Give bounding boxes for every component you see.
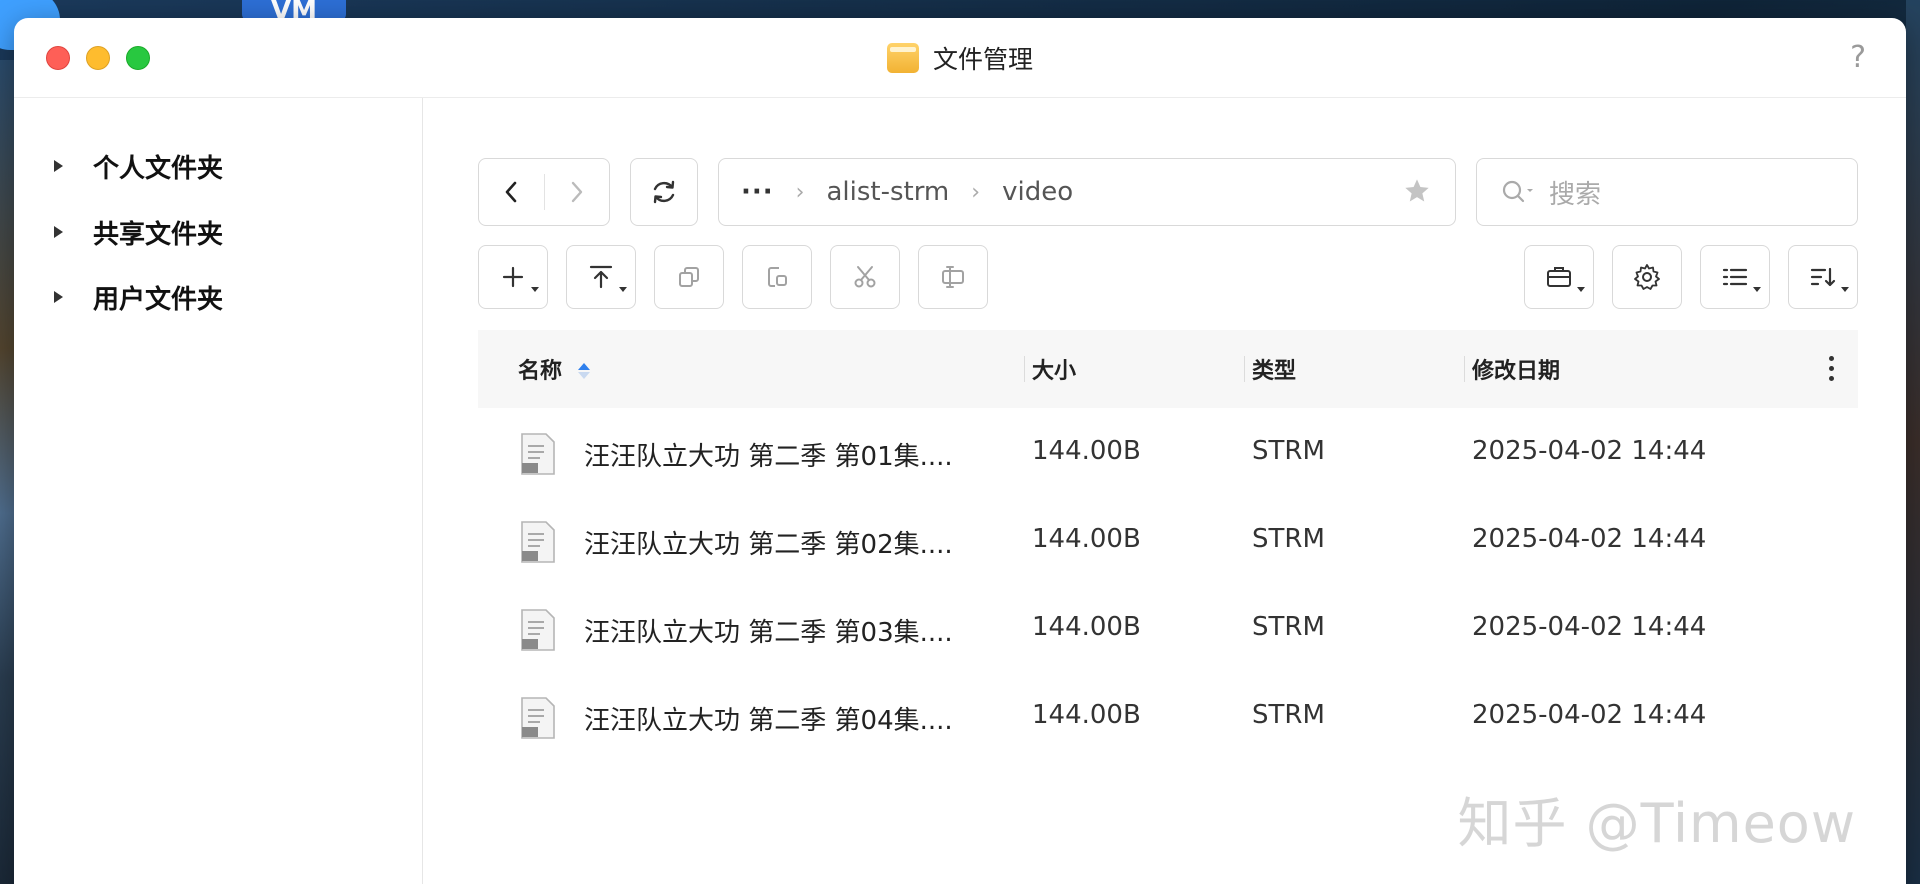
minimize-button[interactable]	[86, 46, 110, 70]
file-modified: 2025-04-02 14:44	[1472, 524, 1707, 554]
breadcrumb-item-alist-strm[interactable]: alist-strm	[826, 177, 949, 207]
maximize-button[interactable]	[126, 46, 150, 70]
title-bar: 文件管理 ?	[14, 18, 1906, 98]
star-icon[interactable]	[1403, 177, 1431, 205]
help-button[interactable]: ?	[1850, 40, 1866, 75]
watermark: 知乎 @Timeow	[1457, 792, 1856, 855]
column-header-type[interactable]: 类型	[1252, 353, 1296, 385]
sidebar-item-user-folder[interactable]: 用户文件夹	[54, 277, 223, 317]
column-header-size[interactable]: 大小	[1032, 353, 1076, 385]
file-icon	[521, 433, 555, 475]
file-size: 144.00B	[1032, 436, 1141, 466]
toolbox-button[interactable]	[1524, 245, 1594, 309]
desktop-right-edge	[1906, 0, 1920, 884]
file-name[interactable]: 汪汪队立大功 第二季 第02集....	[584, 524, 953, 561]
sidebar-item-label: 用户文件夹	[93, 284, 224, 315]
close-button[interactable]	[46, 46, 70, 70]
file-size: 144.00B	[1032, 612, 1141, 642]
file-size: 144.00B	[1032, 524, 1141, 554]
upload-icon	[589, 265, 613, 289]
file-manager-window: 文件管理 ? 个人文件夹 共享文件夹 用户文件夹 ··· › alist-str…	[14, 18, 1906, 884]
back-button[interactable]	[479, 159, 544, 225]
file-icon	[521, 609, 555, 651]
breadcrumb: ··· › alist-strm › video	[718, 158, 1456, 226]
copy-button[interactable]	[654, 245, 724, 309]
expand-arrow-icon[interactable]	[54, 226, 63, 238]
table-row[interactable]: 汪汪队立大功 第二季 第02集.... 144.00B STRM 2025-04…	[478, 496, 1858, 584]
upload-button[interactable]	[566, 245, 636, 309]
file-icon	[521, 697, 555, 739]
rename-button[interactable]	[918, 245, 988, 309]
paste-button[interactable]	[742, 245, 812, 309]
file-modified: 2025-04-02 14:44	[1472, 612, 1707, 642]
cut-icon	[854, 266, 876, 288]
forward-button[interactable]	[545, 159, 610, 225]
sidebar: 个人文件夹 共享文件夹 用户文件夹	[14, 98, 423, 884]
breadcrumb-item-video[interactable]: video	[1002, 177, 1073, 207]
file-type: STRM	[1252, 700, 1325, 730]
copy-icon	[679, 267, 699, 287]
column-header-modified[interactable]: 修改日期	[1472, 353, 1560, 385]
breadcrumb-overflow[interactable]: ···	[741, 177, 774, 207]
file-type: STRM	[1252, 612, 1325, 642]
forward-icon	[571, 181, 582, 203]
window-controls	[46, 46, 150, 70]
sort-icon	[1810, 267, 1836, 287]
plus-icon	[502, 266, 524, 288]
refresh-icon	[653, 180, 675, 204]
window-title: 文件管理	[932, 44, 1033, 74]
file-name[interactable]: 汪汪队立大功 第二季 第01集....	[584, 436, 953, 473]
column-options-icon[interactable]	[1829, 356, 1834, 381]
column-header-name[interactable]: 名称	[518, 353, 591, 385]
table-row[interactable]: 汪汪队立大功 第二季 第03集.... 144.00B STRM 2025-04…	[478, 584, 1858, 672]
column-header-label: 名称	[518, 359, 563, 384]
view-mode-button[interactable]	[1700, 245, 1770, 309]
search-icon	[1502, 180, 1533, 203]
file-size: 144.00B	[1032, 700, 1141, 730]
sidebar-item-label: 共享文件夹	[93, 219, 224, 250]
chevron-right-icon: ›	[971, 179, 981, 205]
file-type: STRM	[1252, 524, 1325, 554]
refresh-button[interactable]	[630, 158, 698, 226]
rename-icon	[942, 266, 964, 288]
expand-arrow-icon[interactable]	[54, 291, 63, 303]
paste-icon	[768, 267, 787, 287]
nav-button-group	[478, 158, 610, 226]
sidebar-item-personal-folder[interactable]: 个人文件夹	[54, 146, 223, 186]
file-type: STRM	[1252, 436, 1325, 466]
sort-ascending-icon	[578, 362, 591, 379]
main-panel: ··· › alist-strm › video 搜索 名称 大小 类型 修改日…	[424, 98, 1906, 884]
file-modified: 2025-04-02 14:44	[1472, 700, 1707, 730]
search-input[interactable]: 搜索	[1476, 158, 1858, 226]
sort-button[interactable]	[1788, 245, 1858, 309]
file-name[interactable]: 汪汪队立大功 第二季 第03集....	[584, 612, 953, 649]
table-row[interactable]: 汪汪队立大功 第二季 第04集.... 144.00B STRM 2025-04…	[478, 672, 1858, 760]
desktop-left-edge	[0, 60, 14, 884]
search-placeholder: 搜索	[1549, 179, 1602, 210]
gear-icon	[1634, 264, 1660, 290]
new-button[interactable]	[478, 245, 548, 309]
file-icon	[521, 521, 555, 563]
expand-arrow-icon[interactable]	[54, 160, 63, 172]
cut-button[interactable]	[830, 245, 900, 309]
chevron-right-icon: ›	[795, 179, 805, 205]
file-modified: 2025-04-02 14:44	[1472, 436, 1707, 466]
sidebar-item-label: 个人文件夹	[93, 153, 224, 184]
table-header: 名称 大小 类型 修改日期	[478, 330, 1858, 408]
table-row[interactable]: 汪汪队立大功 第二季 第01集.... 144.00B STRM 2025-04…	[478, 408, 1858, 496]
folder-app-icon	[886, 42, 919, 73]
sidebar-item-shared-folder[interactable]: 共享文件夹	[54, 212, 223, 252]
settings-button[interactable]	[1612, 245, 1682, 309]
back-icon	[505, 181, 517, 203]
file-name[interactable]: 汪汪队立大功 第二季 第04集....	[584, 700, 953, 737]
toolbox-icon	[1547, 267, 1571, 287]
list-view-icon	[1722, 268, 1748, 286]
